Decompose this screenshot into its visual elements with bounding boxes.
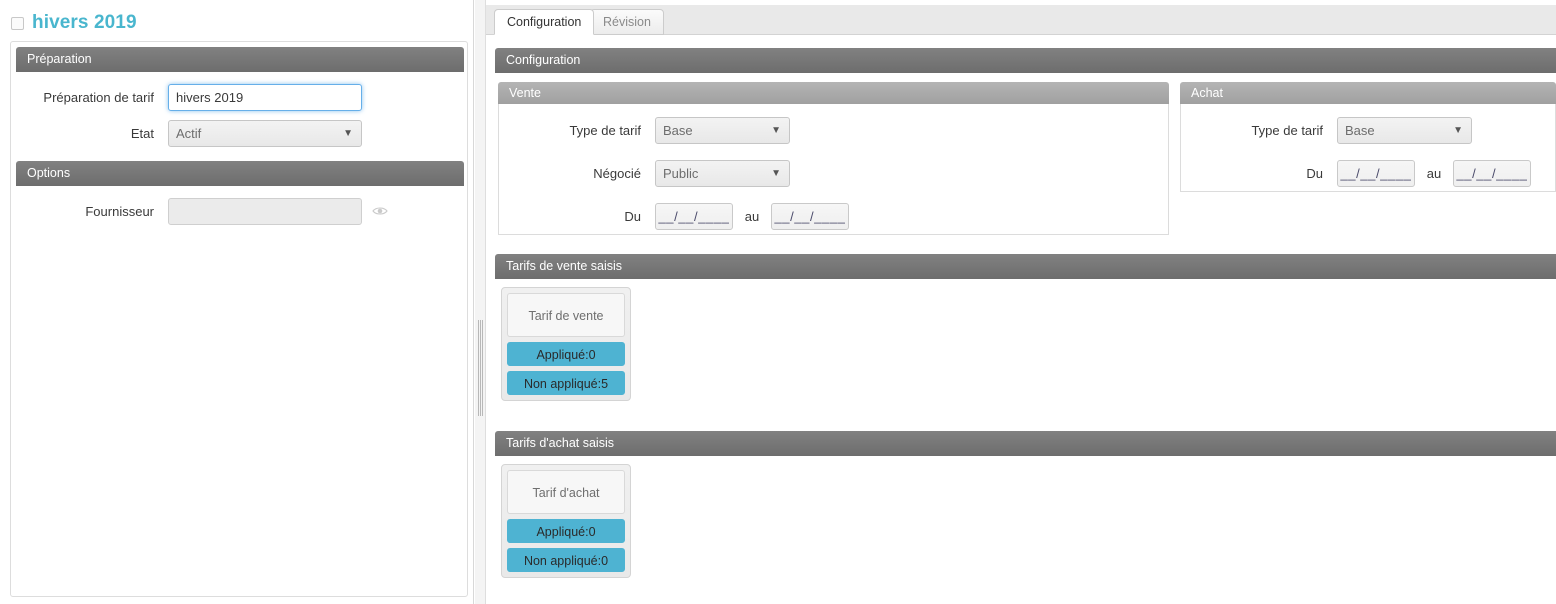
vente-du-label: Du (624, 208, 641, 224)
achat-type-tarif-value: Base (1345, 122, 1375, 138)
vente-au-input[interactable]: __/__/____ (771, 202, 849, 230)
vente-card: Type de tarif Base ▼ Négocié Public ▼ Du… (498, 104, 1169, 235)
vente-negocie-select[interactable]: Public ▼ (655, 159, 790, 187)
tarifs-vente-section: Tarifs de vente saisis (495, 254, 1556, 279)
left-form-card: Préparation Préparation de tarif Etat Ac… (10, 41, 468, 597)
tab-configuration-label: Configuration (507, 15, 582, 29)
tarif-vente-title: Tarif de vente (507, 293, 625, 337)
eye-icon[interactable] (372, 204, 388, 218)
fournisseur-label: Fournisseur (85, 203, 154, 219)
preparation-panel-header: Préparation (16, 47, 464, 72)
tarif-achat-box: Tarif d'achat Appliqué:0 Non appliqué:0 (501, 464, 631, 578)
vente-negocie-row: Négocié Public ▼ (499, 155, 1168, 191)
tarif-vente-applique-button[interactable]: Appliqué:0 (507, 342, 625, 366)
tab-configuration[interactable]: Configuration (494, 9, 595, 35)
options-panel-header: Options (16, 161, 464, 186)
tarifs-vente-panel-header: Tarifs de vente saisis (495, 254, 1556, 279)
vente-type-tarif-row: Type de tarif Base ▼ (499, 112, 1168, 148)
tarifs-achat-panel-header: Tarifs d'achat saisis (495, 431, 1556, 456)
tab-revision-label: Révision (603, 15, 651, 29)
fournisseur-row: Fournisseur (16, 193, 464, 229)
achat-du-input[interactable]: __/__/____ (1337, 159, 1415, 187)
vente-au-label: au (744, 208, 760, 224)
achat-type-tarif-row: Type de tarif Base ▼ (1181, 112, 1555, 148)
configuration-section: Configuration (495, 48, 1556, 73)
achat-panel-header: Achat (1180, 82, 1556, 104)
achat-au-label: au (1426, 165, 1442, 181)
tab-revision[interactable]: Révision (590, 9, 664, 35)
etat-row: Etat Actif ▼ (16, 115, 464, 151)
chevron-down-icon: ▼ (343, 127, 353, 139)
achat-section: Achat Type de tarif Base ▼ Du __/__/____… (1180, 82, 1556, 192)
record-title-row: hivers 2019 (0, 8, 474, 38)
configuration-panel-header: Configuration (495, 48, 1556, 73)
options-section: Options Fournisseur (16, 161, 464, 229)
achat-au-input[interactable]: __/__/____ (1453, 159, 1531, 187)
vente-negocie-label: Négocié (593, 165, 641, 181)
vente-periode-row: Du __/__/____ au __/__/____ (499, 198, 1168, 234)
fournisseur-input[interactable] (168, 197, 362, 225)
vente-du-input[interactable]: __/__/____ (655, 202, 733, 230)
achat-card: Type de tarif Base ▼ Du __/__/____ au __… (1180, 104, 1556, 192)
vente-type-tarif-label: Type de tarif (569, 122, 641, 138)
app-root: hivers 2019 Préparation Préparation de t… (0, 0, 1556, 604)
vente-negocie-value: Public (663, 165, 699, 181)
tarif-achat-applique-button[interactable]: Appliqué:0 (507, 519, 625, 543)
tab-strip: Configuration Révision (486, 5, 1556, 35)
preparation-tarif-input[interactable] (168, 83, 362, 111)
etat-label: Etat (130, 125, 154, 141)
record-select-checkbox[interactable] (11, 16, 24, 30)
splitter-grip[interactable] (478, 320, 483, 416)
pane-splitter[interactable] (475, 0, 486, 604)
tarif-vente-non-applique-button[interactable]: Non appliqué:5 (507, 371, 625, 395)
tarifs-achat-section: Tarifs d'achat saisis (495, 431, 1556, 456)
chevron-down-icon: ▼ (771, 167, 781, 179)
tarif-achat-non-applique-button[interactable]: Non appliqué:0 (507, 548, 625, 572)
achat-type-tarif-select[interactable]: Base ▼ (1337, 116, 1472, 144)
chevron-down-icon: ▼ (1453, 124, 1463, 136)
achat-periode-row: Du __/__/____ au __/__/____ (1181, 155, 1555, 191)
chevron-down-icon: ▼ (771, 124, 781, 136)
left-pane: hivers 2019 Préparation Préparation de t… (0, 0, 474, 604)
achat-type-tarif-label: Type de tarif (1251, 122, 1323, 138)
etat-select[interactable]: Actif ▼ (168, 119, 362, 147)
etat-select-value: Actif (176, 125, 202, 141)
tarif-vente-box: Tarif de vente Appliqué:0 Non appliqué:5 (501, 287, 631, 401)
preparation-section: Préparation Préparation de tarif Etat Ac… (16, 47, 464, 151)
preparation-tarif-label: Préparation de tarif (43, 89, 154, 105)
achat-du-label: Du (1306, 165, 1323, 181)
vente-type-tarif-value: Base (663, 122, 693, 138)
tarif-achat-title: Tarif d'achat (507, 470, 625, 514)
vente-section: Vente Type de tarif Base ▼ Négocié Publi… (498, 82, 1169, 235)
vente-type-tarif-select[interactable]: Base ▼ (655, 116, 790, 144)
preparation-tarif-row: Préparation de tarif (16, 79, 464, 115)
vente-panel-header: Vente (498, 82, 1169, 104)
page-title: hivers 2019 (32, 12, 137, 33)
